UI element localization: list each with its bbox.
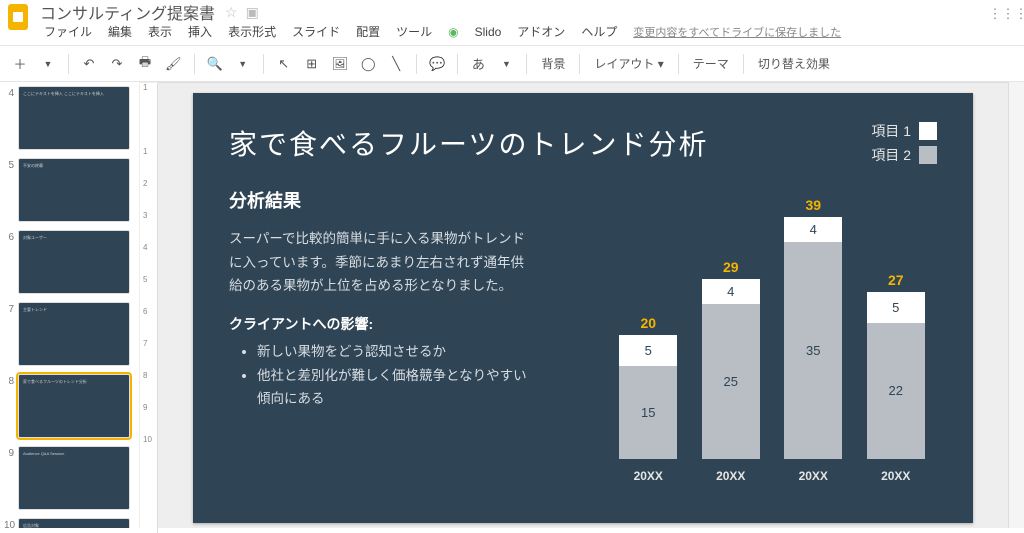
zoom-button[interactable]: 🔍	[203, 51, 227, 77]
thumb-number: 8	[4, 374, 14, 438]
menu-edit[interactable]: 編集	[108, 23, 132, 40]
canvas[interactable]: 家で食べるフルーツのトレンド分析 分析結果 スーパーで比較的簡単に手に入る果物が…	[158, 83, 1008, 533]
bar-total-label: 39	[805, 197, 821, 213]
thumb-number: 7	[4, 302, 14, 366]
slide-thumbnail[interactable]: 主要トレンド	[18, 302, 130, 366]
bar-segment: 4	[702, 279, 760, 304]
chart-legend[interactable]: 項目 1 項目 2	[871, 121, 937, 169]
document-title[interactable]: コンサルティング提案書	[40, 0, 215, 24]
menu-arrange[interactable]: 配置	[356, 23, 380, 40]
bar-segment: 25	[702, 304, 760, 459]
list-item: 新しい果物をどう認知させるか	[257, 340, 529, 364]
chevron-down-icon[interactable]: ▼	[36, 51, 60, 77]
thumb-number: 5	[4, 158, 14, 222]
layout-button[interactable]: レイアウト ▾	[588, 55, 669, 72]
legend-swatch	[919, 122, 937, 140]
menu-grid-icon[interactable]: ⋮⋮⋮	[998, 4, 1018, 24]
theme-button[interactable]: テーマ	[687, 55, 735, 72]
redo-button[interactable]: ↷	[105, 51, 129, 77]
chevron-down-icon[interactable]: ▼	[231, 51, 255, 77]
slido-icon: ◉	[448, 25, 458, 39]
bar-group: 27 225 20XX	[867, 272, 925, 483]
input-tool[interactable]: あ	[466, 51, 490, 77]
slide-thumbnail[interactable]: ここにテキストを挿入 ここにテキストを挿入	[18, 86, 130, 150]
thumb-number: 4	[4, 86, 14, 150]
bar-total-label: 20	[640, 315, 656, 331]
bar-x-label: 20XX	[881, 469, 910, 483]
line-tool[interactable]: ╲	[384, 51, 408, 77]
menu-addons[interactable]: アドオン	[517, 23, 565, 40]
bar-segment: 5	[619, 335, 677, 366]
bar-segment: 4	[784, 217, 842, 242]
bar-group: 20 155 20XX	[619, 315, 677, 483]
thumb-number: 10	[4, 518, 14, 528]
right-panel	[1008, 82, 1024, 528]
menu-slido[interactable]: Slido	[475, 25, 502, 39]
bar-x-label: 20XX	[634, 469, 663, 483]
slide-thumbnail[interactable]: Audience Q&A Session	[18, 446, 130, 510]
menu-format[interactable]: 表示形式	[228, 23, 276, 40]
bar-segment: 15	[619, 366, 677, 459]
bar-group: 29 254 20XX	[702, 259, 760, 483]
image-tool[interactable]: 🖼	[328, 51, 353, 77]
shape-tool[interactable]: ◯	[356, 51, 380, 77]
slide-thumbnail[interactable]: 不安の終幕	[18, 158, 130, 222]
menu-help[interactable]: ヘルプ	[581, 23, 617, 40]
slide-thumbnail[interactable]: 対象ユーザー	[18, 230, 130, 294]
new-slide-button[interactable]: ＋	[8, 51, 32, 77]
thumb-number: 9	[4, 446, 14, 510]
slide-thumbnail[interactable]: 広告対象	[18, 518, 130, 528]
horizontal-ruler: 1123456789101112131415161718192021222324…	[158, 82, 1008, 83]
chevron-down-icon[interactable]: ▼	[494, 51, 518, 77]
bar-total-label: 29	[723, 259, 739, 275]
body-text[interactable]: スーパーで比較的簡単に手に入る果物がトレンドに入っています。季節にあまり左右され…	[229, 227, 529, 298]
select-tool[interactable]: ↖	[272, 51, 296, 77]
bar-chart[interactable]: 2015520XX2925420XX3935420XX2722520XX	[607, 193, 937, 483]
menu-bar: ファイル 編集 表示 挿入 表示形式 スライド 配置 ツール ◉ Slido ア…	[0, 22, 1024, 46]
bar-segment: 22	[867, 323, 925, 459]
menu-view[interactable]: 表示	[148, 23, 172, 40]
menu-tools[interactable]: ツール	[396, 23, 432, 40]
bar-segment: 35	[784, 242, 842, 459]
thumbnail-panel[interactable]: 4ここにテキストを挿入 ここにテキストを挿入5不安の終幕6対象ユーザー7主要トレ…	[0, 82, 140, 528]
legend-swatch	[919, 146, 937, 164]
slide-thumbnail[interactable]: 家で食べるフルーツのトレンド分析	[18, 374, 130, 438]
folder-icon[interactable]: ▣	[246, 4, 259, 21]
save-status[interactable]: 変更内容をすべてドライブに保存しました	[633, 24, 841, 40]
print-button[interactable]: 🖶	[133, 51, 157, 77]
star-icon[interactable]: ☆	[225, 4, 238, 21]
textbox-tool[interactable]: ⊞	[300, 51, 324, 77]
menu-slide[interactable]: スライド	[292, 23, 340, 40]
menu-insert[interactable]: 挿入	[188, 23, 212, 40]
bar-total-label: 27	[888, 272, 904, 288]
comment-button[interactable]: 💬	[425, 51, 449, 77]
vertical-ruler: 112345678910	[140, 83, 158, 533]
legend-label: 項目 2	[871, 145, 911, 165]
toolbar: ＋ ▼ ↶ ↷ 🖶 🖌 🔍 ▼ ↖ ⊞ 🖼 ◯ ╲ 💬 あ ▼ 背景 レイアウト…	[0, 46, 1024, 82]
transition-button[interactable]: 切り替え効果	[752, 55, 836, 72]
bar-x-label: 20XX	[716, 469, 745, 483]
list-item: 他社と差別化が難しく価格競争となりやすい傾向にある	[257, 364, 529, 411]
bar-x-label: 20XX	[799, 469, 828, 483]
slide-title[interactable]: 家で食べるフルーツのトレンド分析	[229, 123, 937, 163]
bar-segment: 5	[867, 292, 925, 323]
bar-group: 39 354 20XX	[784, 197, 842, 483]
background-button[interactable]: 背景	[535, 55, 571, 72]
slide[interactable]: 家で食べるフルーツのトレンド分析 分析結果 スーパーで比較的簡単に手に入る果物が…	[193, 93, 973, 523]
paint-format-button[interactable]: 🖌	[161, 51, 186, 77]
undo-button[interactable]: ↶	[77, 51, 101, 77]
impact-list[interactable]: 新しい果物をどう認知させるか 他社と差別化が難しく価格競争となりやすい傾向にある	[229, 340, 529, 411]
app-icon[interactable]	[8, 4, 28, 30]
legend-label: 項目 1	[871, 121, 911, 141]
menu-file[interactable]: ファイル	[44, 23, 92, 40]
thumb-number: 6	[4, 230, 14, 294]
